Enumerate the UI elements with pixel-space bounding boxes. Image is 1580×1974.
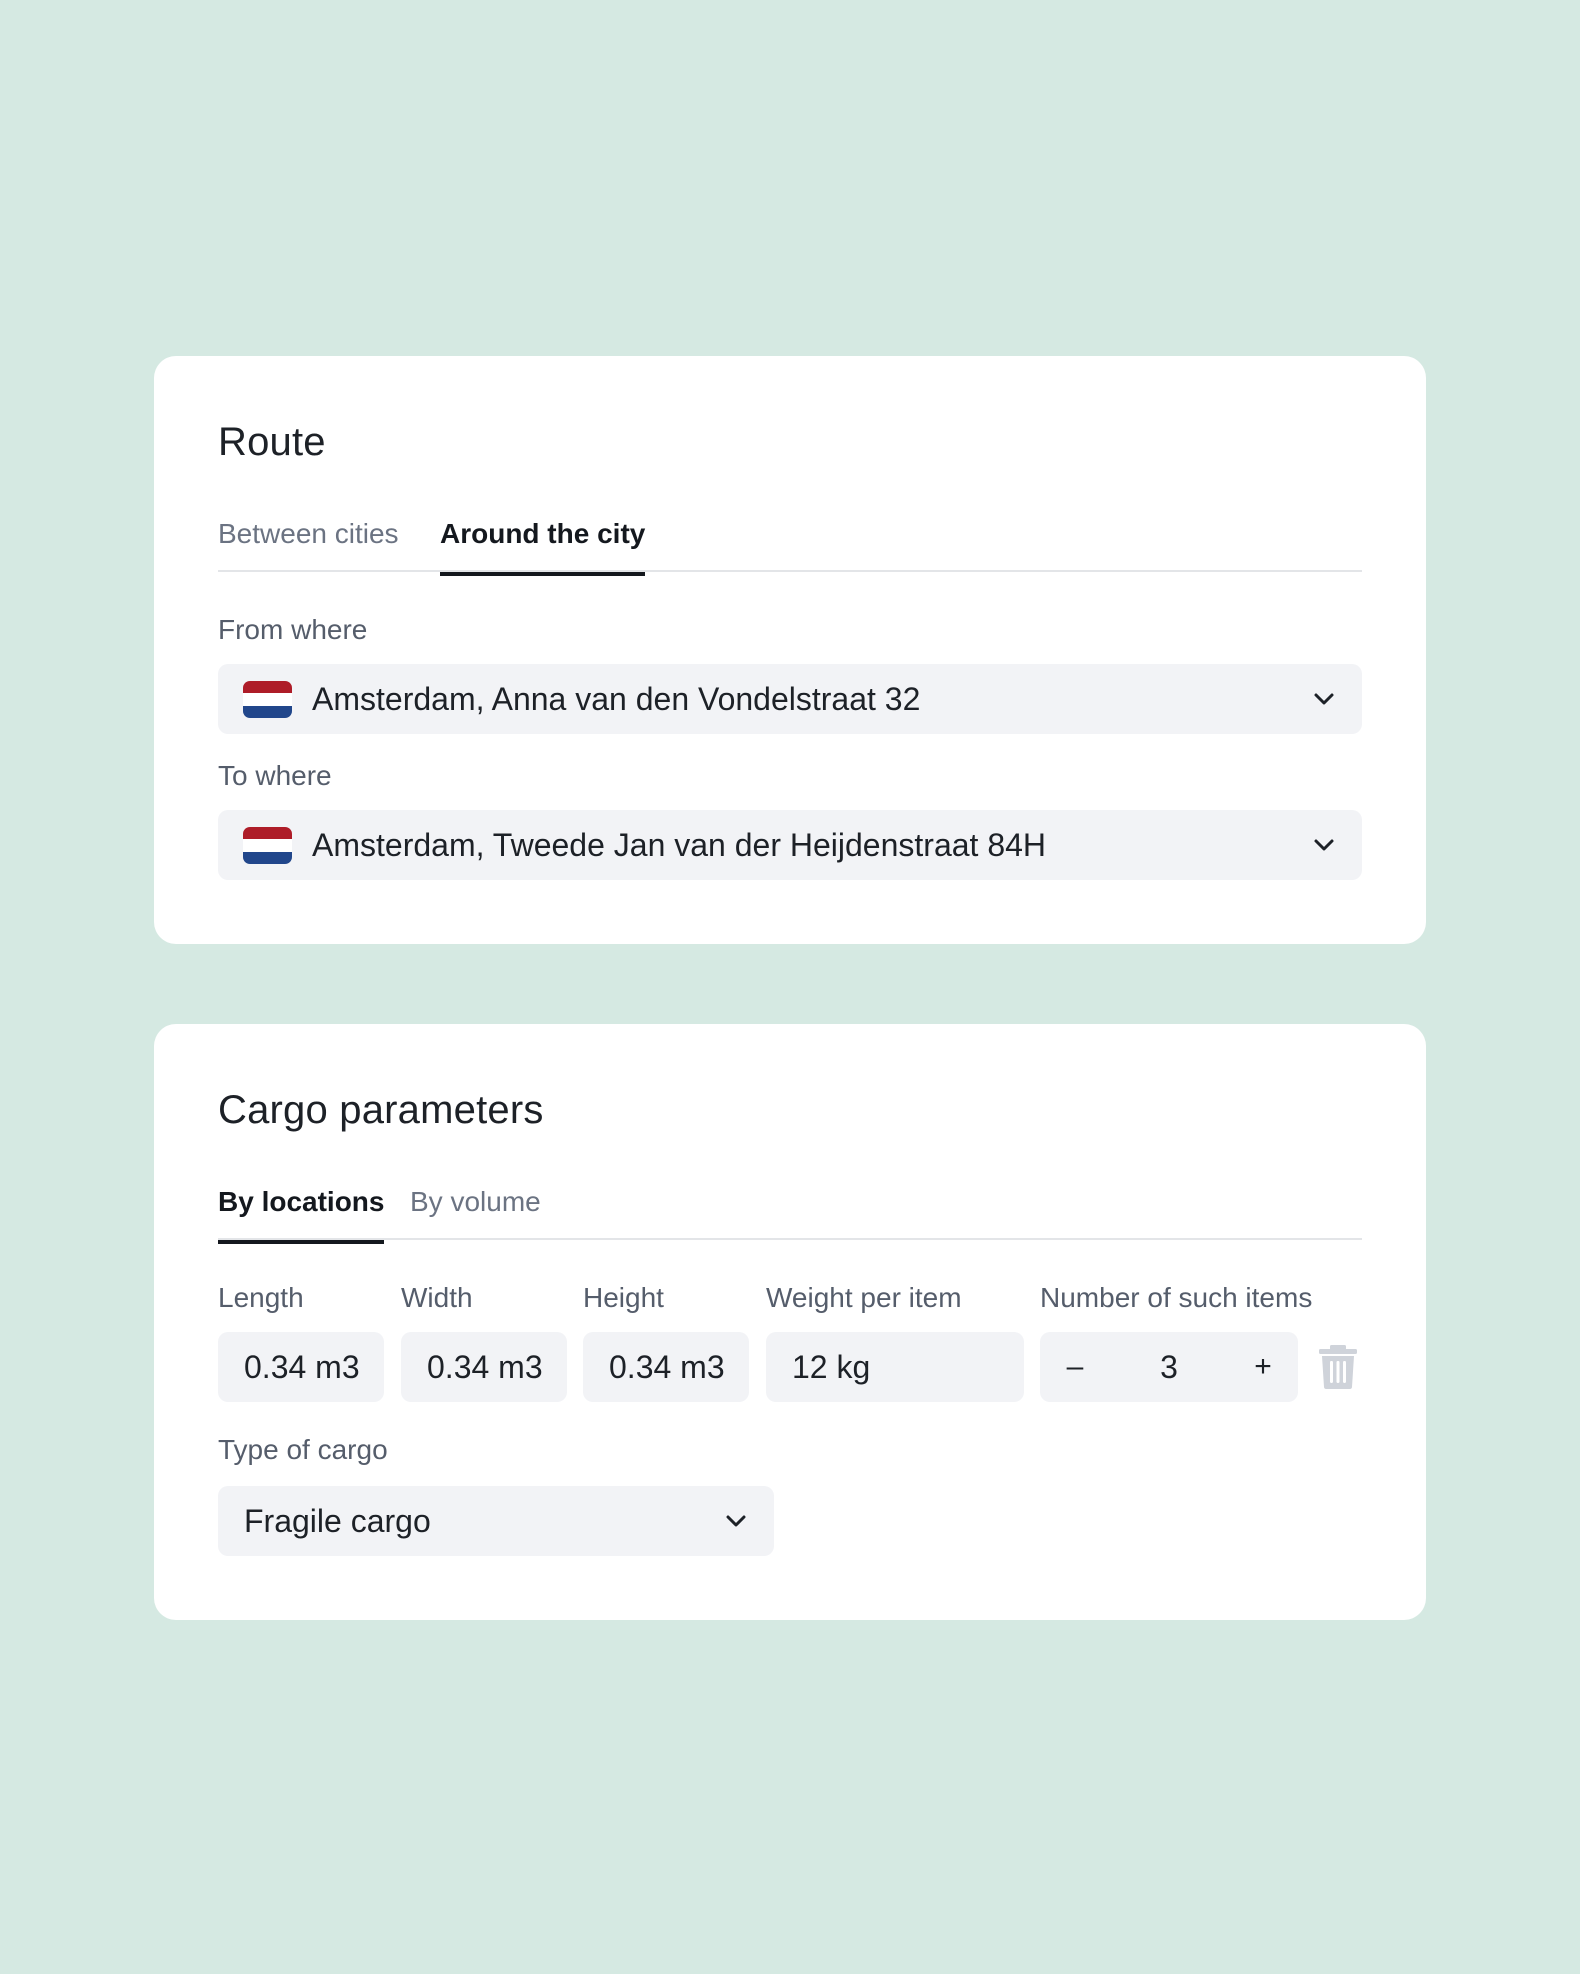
tab-by-locations[interactable]: By locations [218,1186,385,1244]
cargo-card: Cargo parameters By locations By volume … [154,1024,1426,1620]
width-value: 0.34 m3 [427,1349,543,1385]
height-input[interactable]: 0.34 m3 [583,1332,749,1402]
trash-icon[interactable] [1318,1344,1358,1390]
quantity-label: Number of such items [1040,1282,1313,1313]
to-where-label: To where [218,760,332,791]
tab-label: Around the city [440,518,646,549]
tab-label: Between cities [218,518,399,549]
width-label: Width [401,1282,473,1313]
height-value: 0.34 m3 [609,1349,725,1385]
length-value: 0.34 m3 [244,1349,360,1385]
height-label: Height [583,1282,664,1313]
weight-value: 12 kg [792,1349,871,1385]
route-tabs: Between cities Around the city [218,504,1362,576]
type-of-cargo-value: Fragile cargo [244,1503,431,1539]
from-where-value: Amsterdam, Anna van den Vondelstraat 32 [312,681,921,717]
route-title: Route [218,420,326,464]
length-input[interactable]: 0.34 m3 [218,1332,384,1402]
chevron-down-icon [1314,693,1334,705]
cargo-title: Cargo parameters [218,1088,544,1132]
tab-label: By locations [218,1186,385,1217]
width-input[interactable]: 0.34 m3 [401,1332,567,1402]
tab-between-cities[interactable]: Between cities [218,518,399,550]
chevron-down-icon [726,1515,746,1527]
tab-underline [440,572,646,576]
type-of-cargo-select[interactable]: Fragile cargo [218,1486,774,1556]
to-where-select[interactable]: Amsterdam, Tweede Jan van der Heijdenstr… [218,810,1362,880]
chevron-down-icon [1314,839,1334,851]
length-label: Length [218,1282,304,1313]
quantity-value[interactable]: 3 [1110,1349,1228,1386]
netherlands-flag-icon [243,827,292,864]
cargo-tabs: By locations By volume [218,1172,1362,1244]
type-of-cargo-label: Type of cargo [218,1434,388,1465]
from-where-label: From where [218,614,368,645]
increment-button[interactable]: + [1228,1332,1298,1402]
weight-input[interactable]: 12 kg [766,1332,1024,1402]
to-where-value: Amsterdam, Tweede Jan van der Heijdenstr… [312,827,1047,863]
tab-around-the-city[interactable]: Around the city [440,518,646,576]
from-where-select[interactable]: Amsterdam, Anna van den Vondelstraat 32 [218,664,1362,734]
netherlands-flag-icon [243,681,292,718]
decrement-button[interactable]: – [1040,1332,1110,1402]
route-card: Route Between cities Around the city Fro… [154,356,1426,944]
tab-underline [218,1240,385,1244]
weight-label: Weight per item [766,1282,962,1313]
tab-by-volume[interactable]: By volume [410,1186,541,1218]
tab-label: By volume [410,1186,541,1217]
quantity-stepper[interactable]: – 3 + [1040,1332,1298,1402]
